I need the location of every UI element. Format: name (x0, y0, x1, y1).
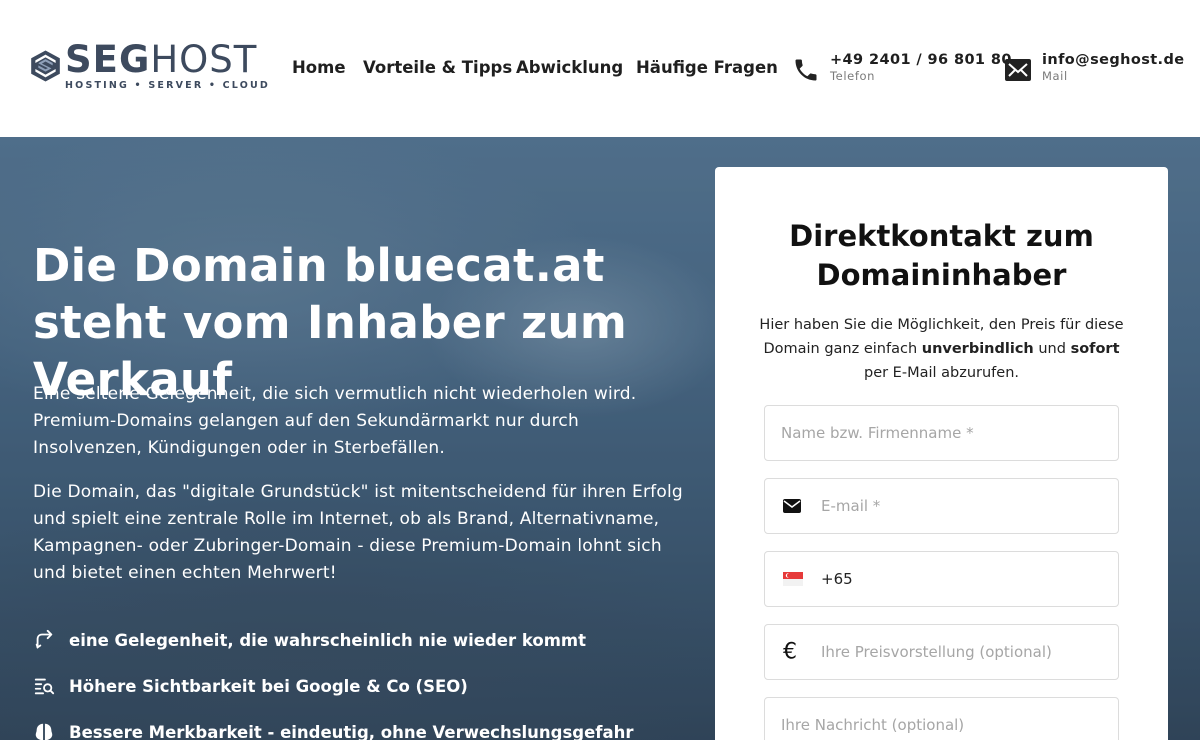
list-search-icon (34, 678, 55, 695)
mail-address: info@seghost.de (1042, 52, 1185, 68)
seghost-logo[interactable]: SEGHOST HOSTING • SERVER • CLOUD (30, 38, 270, 98)
message-input[interactable] (765, 698, 1118, 740)
form-intro-bold-1: unverbindlich (921, 341, 1034, 357)
euro-icon: € (783, 639, 797, 665)
nav-vorteile-tipps[interactable]: Vorteile & Tipps (363, 58, 512, 77)
hero-section: Die Domain bluecat.at steht vom Inhaber … (0, 137, 1200, 740)
email-field-wrapper (764, 478, 1119, 534)
form-intro-text-2: und (1033, 341, 1071, 357)
phone-label: Telefon (830, 69, 875, 83)
nav-abwicklung[interactable]: Abwicklung (516, 58, 623, 77)
feature-text: eine Gelegenheit, die wahrscheinlich nie… (69, 630, 586, 650)
mail-contact[interactable]: info@seghost.de Mail (1004, 52, 1184, 84)
name-input[interactable] (765, 406, 1118, 460)
site-header: SEGHOST HOSTING • SERVER • CLOUD Home Vo… (0, 0, 1200, 137)
mail-icon (1005, 59, 1031, 81)
price-input[interactable] (765, 625, 1118, 679)
form-intro-text-3: per E-Mail abzurufen. (863, 365, 1020, 381)
hero-paragraph-1: Eine seltene Gelegenheit, die sich vermu… (33, 384, 637, 458)
hero-paragraph-2: Die Domain, das "digitale Grundstück" is… (33, 482, 683, 583)
swap-arrows-icon (35, 629, 53, 649)
brain-icon (35, 723, 53, 740)
phone-contact[interactable]: +49 2401 / 96 801 80 Telefon (792, 52, 1012, 84)
feature-text: Bessere Merkbarkeit - eindeutig, ohne Ve… (69, 722, 634, 740)
phone-field-wrapper (764, 551, 1119, 607)
email-input[interactable] (765, 479, 1118, 533)
nav-home[interactable]: Home (292, 58, 346, 77)
contact-form-card: Direktkontakt zum Domaininhaber Hier hab… (715, 167, 1168, 740)
phone-icon (795, 59, 817, 81)
phone-input[interactable] (765, 552, 1118, 606)
logo-tagline: HOSTING • SERVER • CLOUD (65, 80, 270, 91)
price-field-wrapper: € (764, 624, 1119, 680)
feature-text: Höhere Sichtbarkeit bei Google & Co (SEO… (69, 676, 468, 696)
name-field-wrapper (764, 405, 1119, 461)
form-intro: Hier haben Sie die Möglichkeit, den Prei… (755, 313, 1128, 385)
seghost-logo-mark-icon (31, 50, 60, 82)
nav-haeufige-fragen[interactable]: Häufige Fragen (636, 58, 778, 77)
envelope-icon (783, 499, 801, 513)
logo-name-light: HOST (150, 38, 258, 81)
form-title: Direktkontakt zum Domaininhaber (789, 219, 1094, 292)
phone-number: +49 2401 / 96 801 80 (830, 52, 1012, 68)
feature-item: Bessere Merkbarkeit - eindeutig, ohne Ve… (33, 721, 634, 740)
feature-item: eine Gelegenheit, die wahrscheinlich nie… (33, 629, 586, 651)
singapore-flag-icon[interactable] (783, 572, 803, 586)
feature-item: Höhere Sichtbarkeit bei Google & Co (SEO… (33, 675, 468, 697)
form-intro-bold-2: sofort (1070, 341, 1120, 357)
mail-label: Mail (1042, 69, 1068, 83)
message-field-wrapper (764, 697, 1119, 740)
logo-name-bold: SEG (65, 38, 151, 81)
